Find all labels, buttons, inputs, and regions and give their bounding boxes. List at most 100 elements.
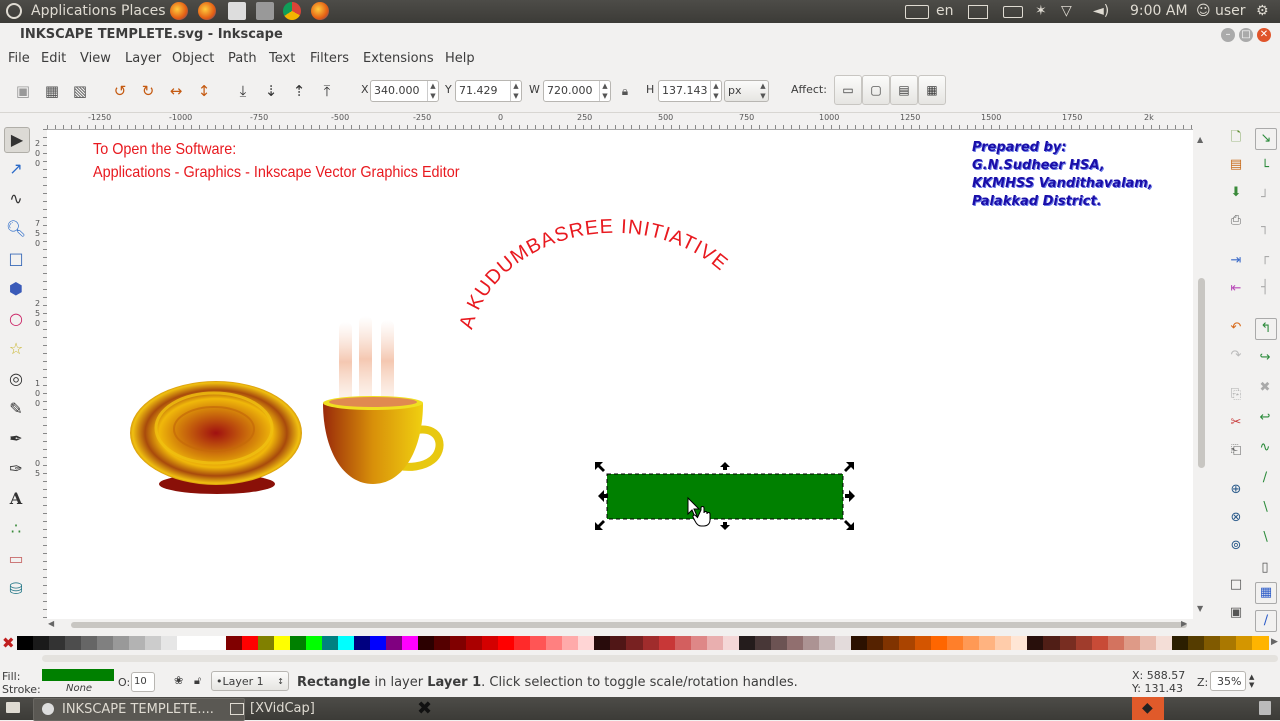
unit-select[interactable]: px ▲ ▼ xyxy=(724,80,769,102)
w-input[interactable]: 720.000 ▲ ▼ xyxy=(543,80,611,102)
color-swatch[interactable] xyxy=(786,636,804,650)
affect-patterns-button[interactable]: ▦ xyxy=(918,75,946,105)
scroll-down-arrow[interactable]: ▼ xyxy=(1197,604,1203,613)
color-swatch[interactable] xyxy=(450,636,468,650)
print-icon[interactable]: ⎙ xyxy=(1226,211,1246,231)
taskbar-xvidcap[interactable]: [XVidCap] xyxy=(222,698,430,719)
applications-menu[interactable]: Applications xyxy=(31,3,117,19)
color-swatch[interactable] xyxy=(337,636,355,650)
user-icon[interactable]: ☺ xyxy=(1196,3,1211,19)
color-swatch[interactable] xyxy=(578,636,596,650)
color-swatch[interactable] xyxy=(690,636,708,650)
palette-scroll-right[interactable]: ▶ xyxy=(1271,637,1278,647)
color-swatch[interactable] xyxy=(834,636,852,650)
color-swatch[interactable] xyxy=(1075,636,1093,650)
scroll-up-arrow[interactable]: ▲ xyxy=(1197,135,1203,144)
lower-icon[interactable]: ⇣ xyxy=(261,81,281,101)
snap-toggle-icon[interactable]: ↘ xyxy=(1255,128,1277,150)
scale-handle[interactable] xyxy=(845,490,855,502)
trash-icon[interactable] xyxy=(1259,701,1271,715)
printer-icon[interactable] xyxy=(228,2,246,20)
color-swatch[interactable] xyxy=(145,636,163,650)
new-document-icon[interactable]: 🗋︎ xyxy=(1226,128,1246,148)
color-swatch[interactable] xyxy=(610,636,628,650)
snap-bbox-corner-icon[interactable]: ┐ xyxy=(1255,218,1275,238)
color-swatch[interactable] xyxy=(498,636,516,650)
clock[interactable]: 9:00 AM xyxy=(1130,3,1188,19)
color-swatch[interactable] xyxy=(963,636,981,650)
color-swatch[interactable] xyxy=(161,636,179,650)
firefox-icon[interactable] xyxy=(311,2,329,20)
color-swatch[interactable] xyxy=(49,636,67,650)
color-swatch[interactable] xyxy=(899,636,917,650)
undo-icon[interactable]: ↶ xyxy=(1226,318,1246,338)
raise-to-top-icon[interactable]: ⤒ xyxy=(317,81,337,101)
scale-handle[interactable] xyxy=(720,522,730,530)
color-swatch[interactable] xyxy=(369,636,387,650)
rotate-ccw-icon[interactable]: ↺ xyxy=(110,81,130,101)
snap-object-centers-icon[interactable]: ∖ xyxy=(1255,498,1275,518)
star-tool-icon[interactable]: ☆ xyxy=(4,337,28,361)
color-swatch[interactable] xyxy=(722,636,740,650)
palette-scrollbar[interactable] xyxy=(42,655,1278,662)
zoom-tool-icon[interactable]: 🔍︎ xyxy=(4,217,28,241)
color-swatch[interactable] xyxy=(1011,636,1029,650)
color-swatch[interactable] xyxy=(883,636,901,650)
taskbar-inkscape[interactable]: INKSCAPE TEMPLETE.... xyxy=(33,698,245,721)
ellipse-tool-icon[interactable]: ○ xyxy=(4,307,28,331)
color-swatch[interactable] xyxy=(770,636,788,650)
h-input[interactable]: 137.143 ▲ ▼ xyxy=(658,80,722,102)
firefox-icon[interactable] xyxy=(198,2,216,20)
scroll-left-arrow[interactable]: ◀ xyxy=(48,619,54,628)
places-menu[interactable]: Places xyxy=(121,3,166,19)
h-spin-arrows[interactable]: ▲ ▼ xyxy=(710,81,721,101)
menu-object[interactable]: Object xyxy=(172,51,214,66)
tray-inkscape-icon[interactable]: ◆ xyxy=(1132,697,1164,720)
affect-rounded-corners-button[interactable]: ▢ xyxy=(862,75,890,105)
text-tool-icon[interactable]: A xyxy=(4,487,28,511)
xvidcap-record-icon[interactable]: ✖ xyxy=(417,698,432,719)
duplicate-icon[interactable]: □ xyxy=(1226,575,1246,595)
color-swatch[interactable] xyxy=(177,636,195,650)
ubuntu-logo-icon[interactable] xyxy=(6,3,22,19)
color-swatch[interactable] xyxy=(754,636,772,650)
settings-gear-icon[interactable]: ⚙ xyxy=(1256,3,1269,19)
tweak-tool-icon[interactable]: ∿ xyxy=(4,187,28,211)
color-swatch[interactable] xyxy=(273,636,291,650)
color-swatch[interactable] xyxy=(113,636,131,650)
color-swatch[interactable] xyxy=(353,636,371,650)
chrome-icon[interactable] xyxy=(283,2,301,20)
horizontal-scrollbar[interactable]: ◀ ▶ xyxy=(47,619,1193,632)
color-swatch[interactable] xyxy=(129,636,147,650)
color-swatch[interactable] xyxy=(1027,636,1045,650)
color-swatch[interactable] xyxy=(674,636,692,650)
color-swatch[interactable] xyxy=(979,636,997,650)
color-swatch[interactable] xyxy=(1203,636,1221,650)
lower-to-bottom-icon[interactable]: ⤓ xyxy=(233,81,253,101)
snap-nodes-icon[interactable]: ↰ xyxy=(1255,318,1277,340)
open-document-icon[interactable]: ▤ xyxy=(1226,155,1246,175)
vertical-scrollbar[interactable]: ▲ ▼ xyxy=(1193,113,1210,619)
vertical-scroll-thumb[interactable] xyxy=(1198,278,1205,468)
redo-icon[interactable]: ↷ xyxy=(1226,346,1246,366)
layer-lock-icon[interactable]: 🔓︎ xyxy=(194,674,201,688)
menu-file[interactable]: File xyxy=(8,51,30,66)
select-all-icon[interactable]: ▣ xyxy=(13,81,33,101)
pen-tool-icon[interactable]: ✒ xyxy=(4,427,28,451)
color-swatch[interactable] xyxy=(1123,636,1141,650)
color-swatch[interactable] xyxy=(209,636,227,650)
minimize-button[interactable]: – xyxy=(1221,28,1235,42)
affect-gradients-button[interactable]: ▤ xyxy=(890,75,918,105)
color-swatch[interactable] xyxy=(562,636,580,650)
snap-grid-icon[interactable]: ▦ xyxy=(1255,582,1277,604)
color-swatch[interactable] xyxy=(33,636,51,650)
color-swatch[interactable] xyxy=(995,636,1013,650)
color-swatch[interactable] xyxy=(65,636,83,650)
snap-bbox-icon[interactable]: └ xyxy=(1255,158,1275,178)
color-swatch[interactable] xyxy=(514,636,532,650)
camera-icon[interactable] xyxy=(256,2,274,20)
snap-path-intersections-icon[interactable]: ✖ xyxy=(1255,378,1275,398)
color-swatch[interactable] xyxy=(706,636,724,650)
mail-icon[interactable] xyxy=(968,5,988,19)
selector-tool-icon[interactable]: ▶ xyxy=(4,127,30,153)
